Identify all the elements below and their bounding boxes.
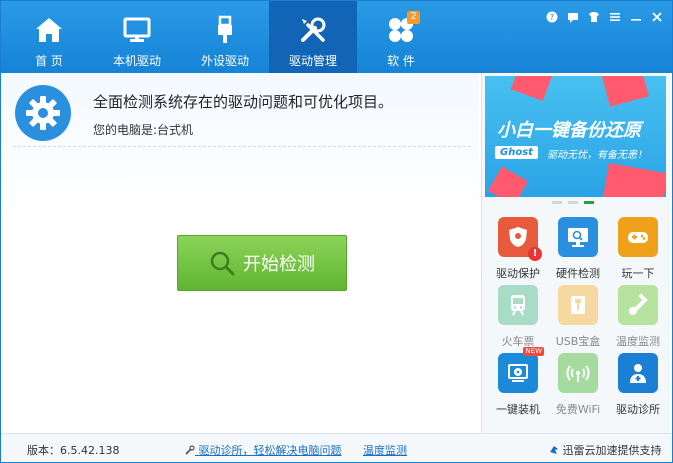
tool-icon-bg bbox=[558, 217, 598, 257]
shirt-skin-icon[interactable] bbox=[587, 10, 601, 24]
nav-peripheral-drivers-label: 外设驱动 bbox=[200, 54, 249, 68]
minimize-icon[interactable] bbox=[629, 10, 643, 24]
xunlei-support-text: 迅雷云加速提供支持 bbox=[549, 442, 662, 458]
software-update-badge: 2 bbox=[407, 11, 420, 24]
version-text: 版本：6.5.42.138 bbox=[27, 444, 120, 457]
home-icon bbox=[36, 18, 62, 42]
wifi-icon bbox=[566, 365, 590, 382]
monitor-icon bbox=[123, 17, 151, 42]
gear-icon bbox=[15, 85, 71, 141]
top-nav-bar: 首 页 本机驱动 外设驱动 驱动管理 2 软 件 ? bbox=[1, 1, 672, 73]
tool-icon-bg bbox=[558, 285, 598, 325]
new-badge: NEW bbox=[523, 347, 544, 356]
disc-install-icon bbox=[508, 364, 528, 382]
driver-clinic-link-text: 驱动诊所，轻松解决电脑问题 bbox=[198, 444, 342, 457]
usb-box-icon bbox=[571, 296, 585, 314]
nav-local-drivers-label: 本机驱动 bbox=[112, 54, 161, 68]
ghost-logo: Ghost bbox=[495, 146, 538, 159]
svg-text:?: ? bbox=[550, 13, 554, 22]
tool-usb-box[interactable]: USB宝盒 bbox=[548, 285, 608, 348]
tool-label: 温度监测 bbox=[616, 335, 660, 348]
menu-icon[interactable] bbox=[608, 10, 622, 24]
banner-tagline: 驱动无忧，有备无患！ bbox=[547, 150, 647, 161]
shield-icon bbox=[509, 227, 527, 247]
tool-hardware-check[interactable]: 硬件检测 bbox=[548, 217, 608, 280]
tool-driver-clinic[interactable]: 驱动诊所 bbox=[608, 353, 668, 416]
tool-label: 硬件检测 bbox=[556, 267, 600, 280]
start-scan-button[interactable]: 开始检测 bbox=[177, 235, 347, 291]
tool-icon-bg bbox=[558, 353, 598, 393]
nav-local-drivers[interactable]: 本机驱动 bbox=[93, 1, 181, 73]
train-icon bbox=[511, 295, 525, 316]
help-icon[interactable]: ? bbox=[545, 10, 559, 24]
nav-driver-management-label: 驱动管理 bbox=[288, 54, 337, 68]
tool-label: 玩一下 bbox=[621, 267, 655, 280]
bird-logo-icon bbox=[550, 446, 558, 454]
pager-dot[interactable] bbox=[568, 201, 578, 204]
tool-driver-protect[interactable]: ! 驱动保护 bbox=[488, 217, 548, 280]
tool-play[interactable]: 玩一下 bbox=[608, 217, 668, 280]
tool-one-click-install[interactable]: NEW 一键装机 bbox=[488, 347, 548, 416]
main-nav: 首 页 本机驱动 外设驱动 驱动管理 2 软 件 bbox=[5, 1, 445, 73]
pager-dot[interactable] bbox=[552, 201, 562, 204]
nav-peripheral-drivers[interactable]: 外设驱动 bbox=[181, 1, 269, 73]
tool-icon-bg bbox=[618, 217, 658, 257]
nav-home[interactable]: 首 页 bbox=[5, 1, 93, 73]
tools-icon bbox=[301, 17, 326, 42]
nav-home-label: 首 页 bbox=[35, 54, 63, 68]
feedback-icon[interactable] bbox=[566, 10, 580, 24]
window-controls: ? bbox=[545, 10, 664, 24]
usb-plug-icon bbox=[218, 15, 232, 43]
start-scan-label: 开始检测 bbox=[243, 254, 315, 275]
tool-label: USB宝盒 bbox=[555, 335, 601, 348]
nav-software-label: 软 件 bbox=[387, 54, 415, 68]
main-panel: 全面检测系统存在的驱动问题和可优化项目。 您的电脑是:台式机 开始检测 bbox=[1, 73, 479, 433]
pager-dot-active[interactable] bbox=[584, 201, 594, 204]
banner-decoration bbox=[510, 76, 554, 101]
promo-banner[interactable]: 小白一键备份还原 Ghost 驱动无忧，有备无患！ bbox=[485, 76, 666, 197]
tool-icon-bg: ! bbox=[498, 217, 542, 261]
tool-temperature[interactable]: 温度监测 bbox=[608, 285, 668, 348]
tool-label: 驱动诊所 bbox=[616, 403, 660, 416]
tool-label: 火车票 bbox=[501, 335, 535, 348]
temperature-link[interactable]: 温度监测 bbox=[363, 442, 407, 458]
status-bar: 版本：6.5.42.138 驱动诊所，轻松解决电脑问题 温度监测 迅雷云加速提供… bbox=[1, 433, 672, 462]
xunlei-support-label: 迅雷云加速提供支持 bbox=[562, 444, 662, 457]
driver-clinic-link[interactable]: 驱动诊所，轻松解决电脑问题 bbox=[185, 442, 342, 458]
tool-label: 驱动保护 bbox=[496, 267, 540, 280]
tool-train-ticket[interactable]: 火车票 bbox=[488, 285, 548, 348]
nav-software[interactable]: 2 软 件 bbox=[357, 1, 445, 73]
scan-headline: 全面检测系统存在的驱动问题和可优化项目。 bbox=[93, 93, 394, 111]
banner-pager bbox=[552, 201, 594, 204]
close-icon[interactable] bbox=[650, 10, 664, 24]
tool-label: 一键装机 bbox=[496, 403, 540, 416]
magnifier-icon bbox=[210, 251, 235, 276]
tool-label: 免费WiFi bbox=[555, 403, 601, 416]
tool-icon-bg bbox=[498, 285, 538, 325]
doctor-icon bbox=[630, 364, 646, 383]
wrench-icon bbox=[185, 445, 195, 455]
right-panel: 小白一键备份还原 Ghost 驱动无忧，有备无患！ ! 驱动保护 硬件检测 玩一… bbox=[481, 73, 670, 433]
pc-type-text: 您的电脑是:台式机 bbox=[93, 123, 194, 137]
tool-free-wifi[interactable]: 免费WiFi bbox=[548, 353, 608, 416]
banner-decoration bbox=[488, 166, 528, 197]
nav-driver-management[interactable]: 驱动管理 bbox=[269, 1, 357, 73]
divider bbox=[13, 146, 471, 147]
banner-decoration bbox=[601, 76, 649, 107]
tools-grid: ! 驱动保护 硬件检测 玩一下 火车票 USB宝盒 温度监测 NEW 一键装机 … bbox=[488, 217, 668, 416]
tool-icon-bg bbox=[618, 285, 658, 325]
warning-icon: ! bbox=[528, 247, 542, 261]
screen-search-icon bbox=[568, 228, 588, 247]
tool-icon-bg bbox=[618, 353, 658, 393]
thermometer-icon bbox=[629, 294, 648, 315]
gamepad-icon bbox=[628, 232, 648, 243]
banner-title: 小白一键备份还原 bbox=[497, 120, 641, 141]
tool-icon-bg: NEW bbox=[498, 347, 544, 393]
banner-decoration bbox=[601, 163, 666, 197]
app-window: 首 页 本机驱动 外设驱动 驱动管理 2 软 件 ? 全面检测系统存在的驱动问题… bbox=[0, 0, 673, 463]
